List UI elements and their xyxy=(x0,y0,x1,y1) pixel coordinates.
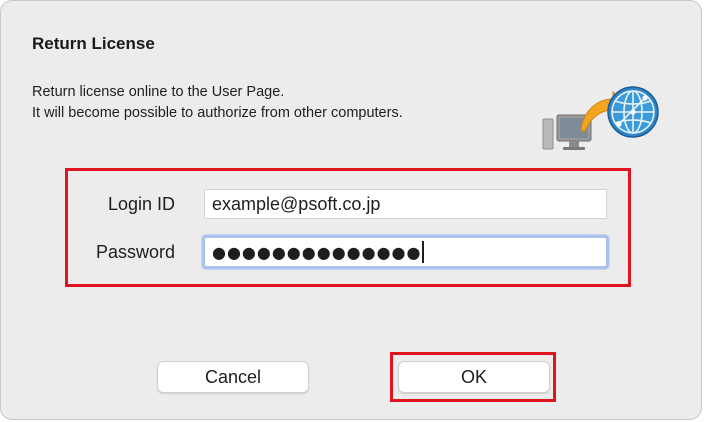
text-caret xyxy=(422,241,425,263)
login-id-label: Login ID xyxy=(107,194,175,214)
login-id-field[interactable]: example@psoft.co.jp xyxy=(204,189,607,219)
dialog-description: Return license online to the User Page. … xyxy=(32,82,403,124)
ok-button[interactable]: OK xyxy=(398,361,550,393)
password-field[interactable]: ●●●●●●●●●●●●●● xyxy=(202,235,609,269)
ok-button-label: OK xyxy=(460,366,487,387)
return-license-dialog: Return License Return license online to … xyxy=(0,0,702,420)
description-line-1: Return license online to the User Page. xyxy=(32,84,285,100)
computer-to-globe-icon xyxy=(542,86,659,150)
dialog-title: Return License xyxy=(32,34,155,53)
description-line-2: It will become possible to authorize fro… xyxy=(32,105,403,121)
password-label: Password xyxy=(95,242,175,262)
form-highlight-box xyxy=(65,168,631,287)
cancel-button[interactable]: Cancel xyxy=(157,361,309,393)
cancel-button-label: Cancel xyxy=(204,366,262,387)
password-value: ●●●●●●●●●●●●●● xyxy=(212,242,422,262)
login-id-value: example@psoft.co.jp xyxy=(212,193,381,214)
